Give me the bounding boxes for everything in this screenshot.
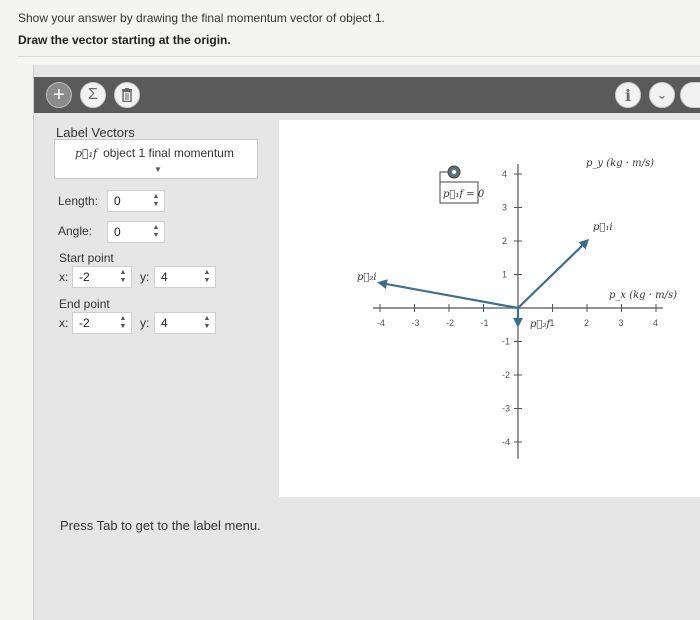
vector-drawing-tool: + Σ i ⌄ Label Vectors p⃗₁f object 1 fina… [33,65,700,620]
length-stepper-icon[interactable]: ▲ ▼ [150,193,162,209]
expand-button[interactable]: ⌄ [649,82,675,108]
selected-vector-label: object 1 final momentum [103,146,234,160]
divider [18,56,700,57]
plus-icon: + [53,83,65,106]
info-icon: i [624,85,632,105]
x-tick-label: -3 [412,318,420,328]
y-tick-label: -3 [502,404,510,414]
caret-down-icon: ▼ [154,165,162,174]
y-tick-label: -1 [502,337,510,347]
start-x-label: x: [59,270,69,284]
start-point-label: Start point [59,251,114,265]
chevron-down-icon: ⌄ [656,87,668,102]
question-prompt: Show your answer by drawing the final mo… [18,11,385,25]
start-y-stepper-icon[interactable]: ▲ ▼ [201,269,213,285]
angle-input[interactable]: 0 ▲ ▼ [107,221,165,243]
length-label: Length: [58,194,99,208]
x-tick-label: -4 [377,318,385,328]
end-x-label: x: [59,316,69,330]
vector-symbol: p⃗₁f [75,147,98,160]
p2f-label: p⃗₂f [530,319,552,330]
p2i-label: p⃗₂i [357,272,377,283]
x-tick-label: 3 [619,318,624,328]
end-y-stepper-icon[interactable]: ▲ ▼ [201,315,213,331]
drawing-canvas[interactable]: -4 -3 -2 -1 1 2 3 4 4 3 2 1 -1 -2 -3 -4 p⃗₁f = 0 p_y (k… [279,120,700,497]
x-tick-label: 2 [584,318,589,328]
label-vectors-heading: Label Vectors [56,125,135,140]
zero-vector-marker[interactable]: p⃗₁f = 0 [439,165,485,204]
x-axis-label: p_x (kg · m/s) [609,290,677,301]
y-tick-label: -4 [502,437,510,447]
p1i-label: p⃗₁i [593,222,613,233]
x-tick-label: -1 [481,318,489,328]
x-tick-label: 1 [550,318,555,328]
vector-properties-panel: Label Vectors p⃗₁f object 1 final momentu… [34,113,279,499]
y-tick-label: -2 [502,370,510,380]
start-x-stepper-icon[interactable]: ▲ ▼ [117,269,129,285]
y-tick-label: 1 [502,270,507,280]
y-tick-label: 3 [502,203,507,213]
vector-label-select[interactable]: p⃗₁f object 1 final momentum ▼ [54,139,258,179]
toolbar: + Σ i ⌄ [34,77,700,113]
sigma-icon: Σ [88,86,98,103]
x-tick-label: -2 [446,318,454,328]
tab-hint-text: Press Tab to get to the label menu. [60,518,261,533]
end-point-label: End point [59,297,110,311]
end-x-input[interactable]: -2 ▲ ▼ [72,312,132,334]
p1i-vector[interactable] [517,238,590,309]
end-y-input[interactable]: 4 ▲ ▼ [154,312,216,334]
p1f-zero-label: p⃗₁f = 0 [443,189,485,200]
trash-icon [122,88,132,102]
x-tick-label: 4 [653,318,658,328]
instruction-text: Draw the vector starting at the origin. [18,33,231,47]
start-y-label: y: [140,270,150,284]
length-input[interactable]: 0 ▲ ▼ [107,190,165,212]
momentum-plot[interactable]: -4 -3 -2 -1 1 2 3 4 4 3 2 1 -1 -2 -3 -4 p⃗₁f = 0 p_y (k… [279,120,700,497]
sum-vectors-button[interactable]: Σ [80,82,106,108]
y-axis-label: p_y (kg · m/s) [586,158,654,169]
angle-label: Angle: [58,224,93,238]
angle-stepper-icon[interactable]: ▲ ▼ [150,224,162,240]
delete-button[interactable] [114,82,140,108]
y-tick-label: 2 [502,236,507,246]
info-button[interactable]: i [615,82,641,108]
start-x-input[interactable]: -2 ▲ ▼ [72,266,132,288]
end-x-stepper-icon[interactable]: ▲ ▼ [117,315,129,331]
end-y-label: y: [140,316,150,330]
add-vector-button[interactable]: + [46,82,72,108]
y-tick-label: 4 [502,169,507,179]
start-y-input[interactable]: 4 ▲ ▼ [154,266,216,288]
more-button[interactable] [680,82,700,108]
